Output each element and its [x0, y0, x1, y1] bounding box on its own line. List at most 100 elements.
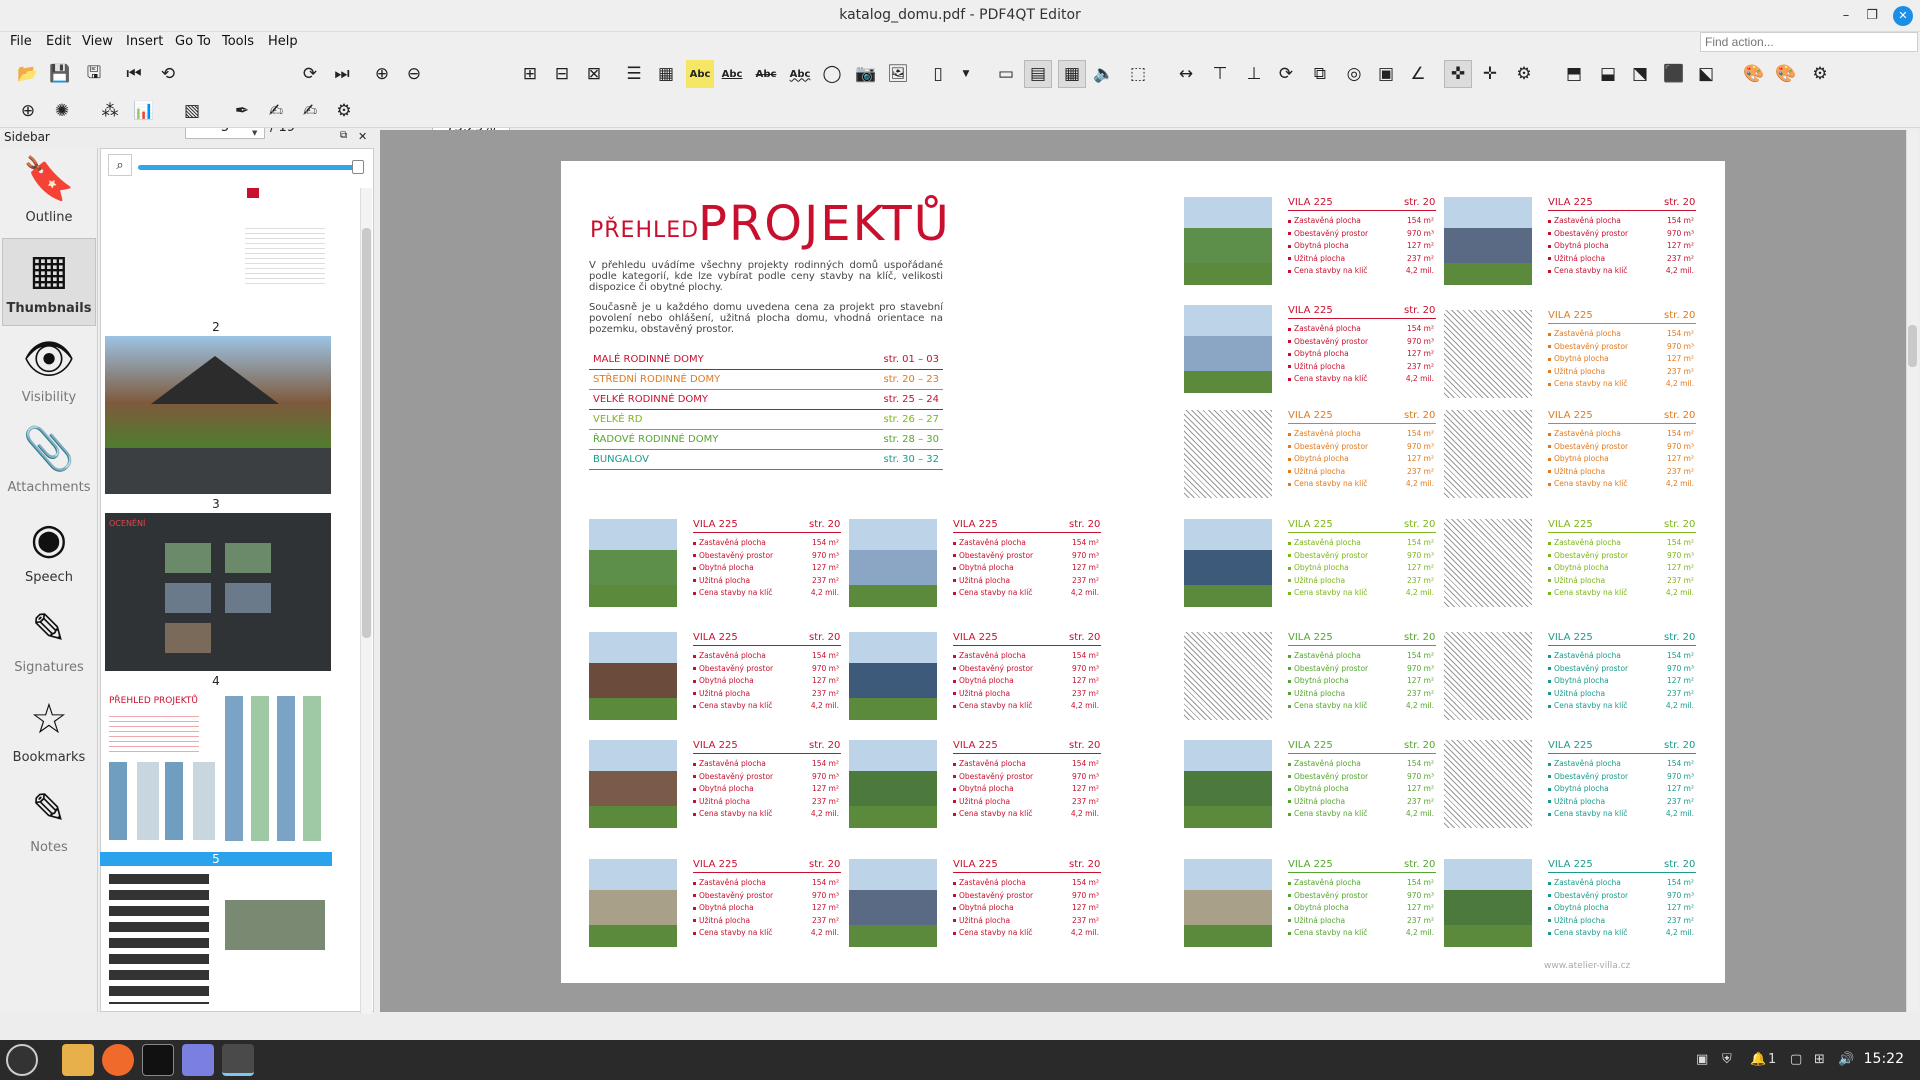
sidebar-close-icon[interactable]: ✕ — [358, 130, 367, 143]
gear-icon[interactable]: ⚙ — [1806, 60, 1834, 88]
project-card[interactable]: VILA 225 str. 20 Zastavěná plocha 154 m² Obe… — [849, 632, 1111, 724]
viewer-scrollbar[interactable] — [1906, 130, 1918, 1012]
zoom-in-icon[interactable]: ⊕ — [368, 60, 396, 88]
project-card[interactable]: VILA 225 str. 20 Zastavěná plocha 154 m² Obe… — [1184, 519, 1446, 611]
toc-row[interactable]: VELKÉ RD str. 26 – 27 — [589, 410, 943, 430]
text-cursor-icon[interactable]: ⊤ — [1206, 60, 1234, 88]
pen-verify-icon[interactable]: ✍ — [262, 97, 290, 125]
display-icon[interactable]: ▢ — [1790, 1052, 1802, 1067]
project-card[interactable]: VILA 225 str. 20 Zastavěná plocha 154 m² Obe… — [1444, 197, 1706, 289]
zoom-out-icon[interactable]: ⊖ — [400, 60, 428, 88]
thumbnail-zoom-icon[interactable]: ⌕ — [108, 154, 132, 176]
project-card[interactable]: VILA 225 str. 20 Zastavěná plocha 154 m² Obe… — [1184, 410, 1446, 502]
sidebar-float-icon[interactable]: ⧉ — [340, 130, 347, 141]
menu-help[interactable]: Help — [268, 34, 298, 49]
thumbnail-page-3[interactable] — [105, 336, 331, 494]
highlight-icon[interactable]: Abc — [686, 60, 714, 88]
volume-icon[interactable]: 🔊 — [1838, 1052, 1854, 1067]
first-page-icon[interactable]: ⏮ — [120, 60, 148, 88]
export-icon-4[interactable]: ⬛ — [1660, 60, 1688, 88]
firefox-icon[interactable] — [102, 1044, 134, 1076]
sidebar-item-notes[interactable]: ✎ Notes — [2, 778, 96, 866]
sidebar-item-speech[interactable]: ◉ Speech — [2, 508, 96, 596]
mint-menu-icon[interactable] — [6, 1044, 38, 1076]
thumbnail-page-5[interactable]: PŘEHLED PROJEKTŮ — [105, 692, 331, 846]
project-card[interactable]: VILA 225 str. 20 Zastavěná plocha 154 m² Obe… — [589, 859, 851, 951]
settings-tool-icon[interactable]: ⚙ — [1510, 60, 1538, 88]
project-card[interactable]: VILA 225 str. 20 Zastavěná plocha 154 m² Obe… — [849, 519, 1111, 611]
sidebar-item-thumbnails[interactable]: ▦ Thumbnails — [2, 238, 96, 326]
next-page-icon[interactable]: ⟳ — [296, 60, 324, 88]
export-icon-1[interactable]: ⬒ — [1560, 60, 1588, 88]
toc-row[interactable]: STŘEDNÍ RODINNÉ DOMY str. 20 – 23 — [589, 370, 943, 390]
project-card[interactable]: VILA 225 str. 20 Zastavěná plocha 154 m² Obe… — [1184, 632, 1446, 724]
pan-icon[interactable]: ✛ — [1476, 60, 1504, 88]
palette-check-icon[interactable]: 🎨 — [1772, 60, 1800, 88]
image-icon[interactable]: 🖼 — [884, 60, 912, 88]
thumbnail-page-6[interactable] — [105, 870, 331, 1010]
project-card[interactable]: VILA 225 str. 20 Zastavěná plocha 154 m² Obe… — [1444, 859, 1706, 951]
certificate-icon[interactable]: ▧ — [178, 97, 206, 125]
display-icon[interactable]: ▭ — [992, 60, 1020, 88]
text-select-icon[interactable]: ☰ — [620, 60, 648, 88]
project-card[interactable]: VILA 225 str. 20 Zastavěná plocha 154 m² Obe… — [1184, 740, 1446, 832]
fit-height-icon[interactable]: ⊠ — [580, 60, 608, 88]
project-card[interactable]: VILA 225 str. 20 Zastavěná plocha 154 m² Obe… — [1184, 859, 1446, 951]
export-icon-2[interactable]: ⬓ — [1594, 60, 1622, 88]
scrollbar-handle[interactable] — [362, 228, 371, 638]
measure-distance-icon[interactable]: ↔ — [1172, 60, 1200, 88]
device-icon[interactable]: ▯ — [924, 60, 952, 88]
sidebar-item-outline[interactable]: 🔖 Outline — [2, 148, 96, 236]
clipboard-icon[interactable]: ▣ — [1696, 1052, 1708, 1067]
toc-row[interactable]: BUNGALOV str. 30 – 32 — [589, 450, 943, 470]
open-icon[interactable]: 📂 — [14, 60, 42, 88]
find-action-input[interactable] — [1700, 32, 1918, 52]
camera-icon[interactable]: 📷 — [852, 60, 880, 88]
network-icon[interactable]: ⊞ — [1814, 1052, 1825, 1067]
squiggly-icon[interactable]: Abc — [786, 60, 814, 88]
frame-icon[interactable]: ▣ — [1372, 60, 1400, 88]
last-page-icon[interactable]: ⏭ — [328, 60, 356, 88]
strikeout-icon[interactable]: Abc — [752, 60, 780, 88]
project-card[interactable]: VILA 225 str. 20 Zastavěná plocha 154 m² Obe… — [1184, 305, 1446, 397]
menu-goto[interactable]: Go To — [175, 34, 211, 49]
stamp-icon[interactable]: ✺ — [48, 97, 76, 125]
menu-edit[interactable]: Edit — [46, 34, 71, 49]
pen-check-icon[interactable]: ✍ — [296, 97, 324, 125]
select-region-icon[interactable]: ⬚ — [1124, 60, 1152, 88]
workspace-indicator[interactable]: 1 — [1768, 1052, 1776, 1067]
project-card[interactable]: VILA 225 str. 20 Zastavěná plocha 154 m² Obe… — [1444, 310, 1706, 402]
project-card[interactable]: VILA 225 str. 20 Zastavěná plocha 154 m² Obe… — [589, 740, 851, 832]
fit-page-icon[interactable]: ⊞ — [516, 60, 544, 88]
menu-tools[interactable]: Tools — [222, 34, 254, 49]
files-icon[interactable] — [62, 1044, 94, 1076]
sidebar-item-attachments[interactable]: 📎 Attachments — [2, 418, 96, 506]
two-page-icon[interactable]: ▤ — [1024, 60, 1052, 88]
menu-view[interactable]: View — [82, 34, 113, 49]
rotate-icon[interactable]: ⟳ — [1272, 60, 1300, 88]
dropdown-icon[interactable]: ▼ — [952, 60, 980, 88]
text-editor-icon[interactable] — [182, 1044, 214, 1076]
project-card[interactable]: VILA 225 str. 20 Zastavěná plocha 154 m² Obe… — [1444, 632, 1706, 724]
export-icon-3[interactable]: ⬔ — [1626, 60, 1654, 88]
export-icon-5[interactable]: ⬕ — [1692, 60, 1720, 88]
toc-row[interactable]: MALÉ RODINNÉ DOMY str. 01 – 03 — [589, 350, 943, 370]
menu-file[interactable]: File — [10, 34, 32, 49]
table-select-icon[interactable]: ▦ — [652, 60, 680, 88]
molecule-icon[interactable]: ⁂ — [96, 97, 124, 125]
project-card[interactable]: VILA 225 str. 20 Zastavěná plocha 154 m² Obe… — [589, 632, 851, 724]
project-card[interactable]: VILA 225 str. 20 Zastavěná plocha 154 m² Obe… — [1444, 410, 1706, 502]
sidebar-item-visibility[interactable]: 👁 Visibility — [2, 328, 96, 416]
notification-icon[interactable]: 🔔 — [1750, 1052, 1766, 1067]
slider-handle[interactable] — [352, 160, 364, 174]
project-card[interactable]: VILA 225 str. 20 Zastavěná plocha 154 m² Obe… — [1444, 740, 1706, 832]
fit-width-icon[interactable]: ⊟ — [548, 60, 576, 88]
thumbnail-page-2[interactable] — [105, 188, 331, 318]
thumbnail-page-4[interactable]: OCENĚNÍ — [105, 513, 331, 671]
project-card[interactable]: VILA 225 str. 20 Zastavěná plocha 154 m² Obe… — [849, 740, 1111, 832]
thumbnail-size-slider[interactable] — [138, 165, 362, 170]
measure-perimeter-icon[interactable]: ⊥ — [1240, 60, 1268, 88]
angle-icon[interactable]: ∠ — [1404, 60, 1432, 88]
maximize-button[interactable]: ❐ — [1862, 6, 1882, 26]
shield-icon[interactable]: ⛨ — [1722, 1052, 1732, 1067]
